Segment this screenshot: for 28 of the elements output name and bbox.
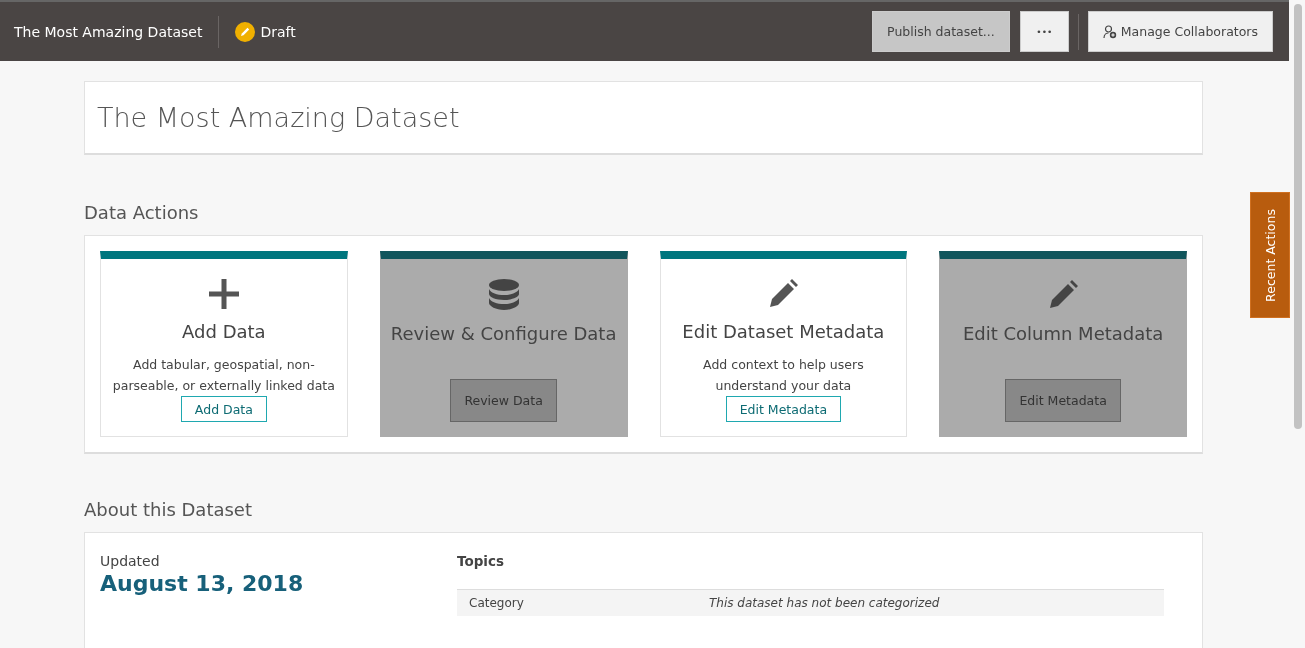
plus-icon bbox=[208, 279, 239, 309]
card-description: Add tabular, geospatial, non-parseable, or externally linked data bbox=[111, 356, 336, 395]
row-value: This dataset has not been categorized bbox=[709, 596, 940, 610]
card-title: Review & Configure Data bbox=[390, 323, 617, 344]
pencil-icon bbox=[768, 279, 799, 309]
pencil-icon bbox=[1048, 280, 1079, 310]
scrollbar[interactable] bbox=[1294, 4, 1302, 429]
card-title: Add Data bbox=[182, 321, 266, 342]
user-add-icon bbox=[1102, 24, 1117, 39]
card-action-button[interactable]: Add Data bbox=[180, 396, 267, 422]
card-description: Add context to help users understand your data bbox=[702, 356, 865, 395]
row-label: Category bbox=[469, 596, 525, 610]
card-title: Edit Dataset Metadata bbox=[682, 321, 885, 342]
recent-actions-tab[interactable]: Recent Actions bbox=[1250, 192, 1290, 318]
draft-status: Draft bbox=[260, 23, 296, 40]
updated-date: August 13, 2018 bbox=[100, 571, 305, 596]
updated-label: Updated bbox=[100, 553, 161, 569]
pencil-icon bbox=[235, 21, 256, 42]
dataset-name: The Most Amazing Dataset bbox=[14, 23, 203, 40]
more-button[interactable]: ••• bbox=[1019, 11, 1069, 52]
manage-collaborators-button[interactable]: Manage Collaborators bbox=[1087, 11, 1273, 52]
card-action-button[interactable]: Edit Metadata bbox=[725, 396, 842, 422]
dataset-title: The Most Amazing Dataset bbox=[97, 102, 460, 133]
card-title: Edit Column Metadata bbox=[962, 323, 1164, 344]
section-heading: Data Actions bbox=[84, 202, 200, 223]
topics-heading: Topics bbox=[457, 553, 506, 569]
database-icon bbox=[487, 279, 520, 311]
section-heading: About this Dataset bbox=[84, 499, 253, 520]
